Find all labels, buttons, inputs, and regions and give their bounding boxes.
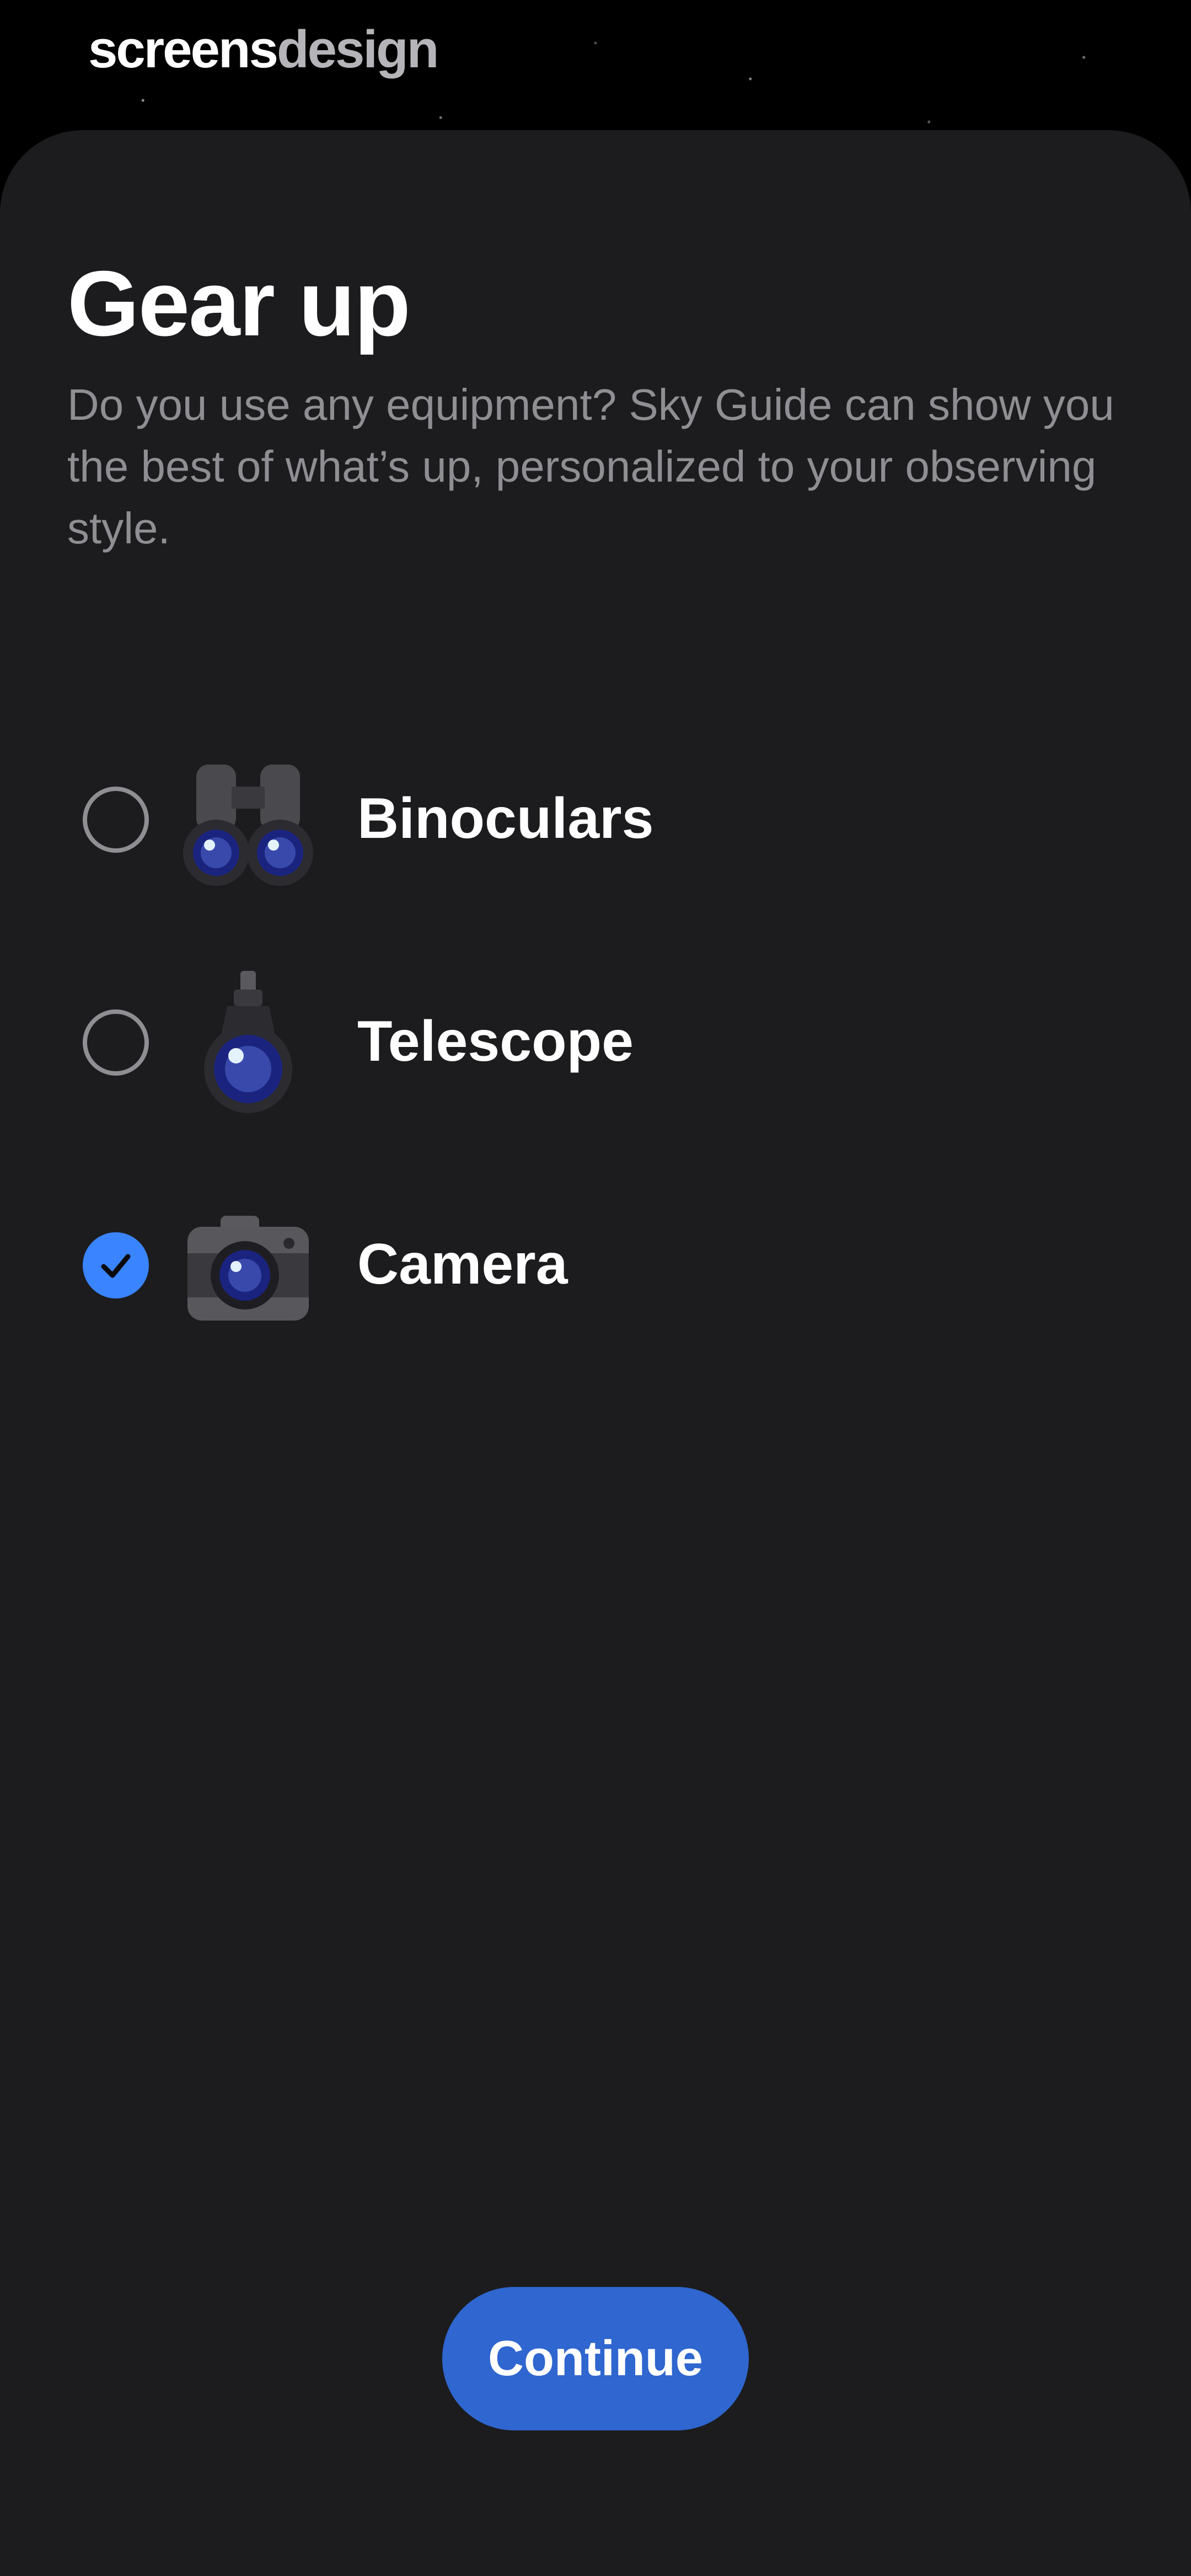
checkmark-icon — [101, 1254, 131, 1278]
camera-label: Camera — [357, 1232, 568, 1296]
brand-logo: screensdesign — [88, 20, 439, 79]
continue-button[interactable]: Continue — [442, 2287, 749, 2430]
brand-logo-part2: design — [276, 20, 439, 79]
onboarding-sheet: Gear up Do you use any equipment? Sky Gu… — [0, 130, 1191, 2576]
option-telescope[interactable]: Telescope — [83, 960, 1075, 1125]
page-subtitle: Do you use any equipment? Sky Guide can … — [67, 380, 1114, 553]
binoculars-label: Binoculars — [357, 787, 654, 851]
option-camera[interactable]: Camera — [83, 1183, 1075, 1348]
telescope-radio[interactable] — [83, 1009, 149, 1076]
camera-icon — [187, 1216, 309, 1321]
telescope-label: Telescope — [357, 1009, 634, 1073]
binoculars-radio[interactable] — [83, 787, 149, 853]
camera-radio[interactable] — [83, 1232, 149, 1298]
telescope-icon — [204, 971, 292, 1113]
status-bar-area: screensdesign — [0, 0, 1191, 143]
page-title: Gear up — [67, 252, 411, 355]
binoculars-icon — [183, 765, 313, 886]
option-binoculars[interactable]: Binoculars — [83, 737, 1075, 902]
brand-logo-part1: screens — [88, 20, 278, 79]
